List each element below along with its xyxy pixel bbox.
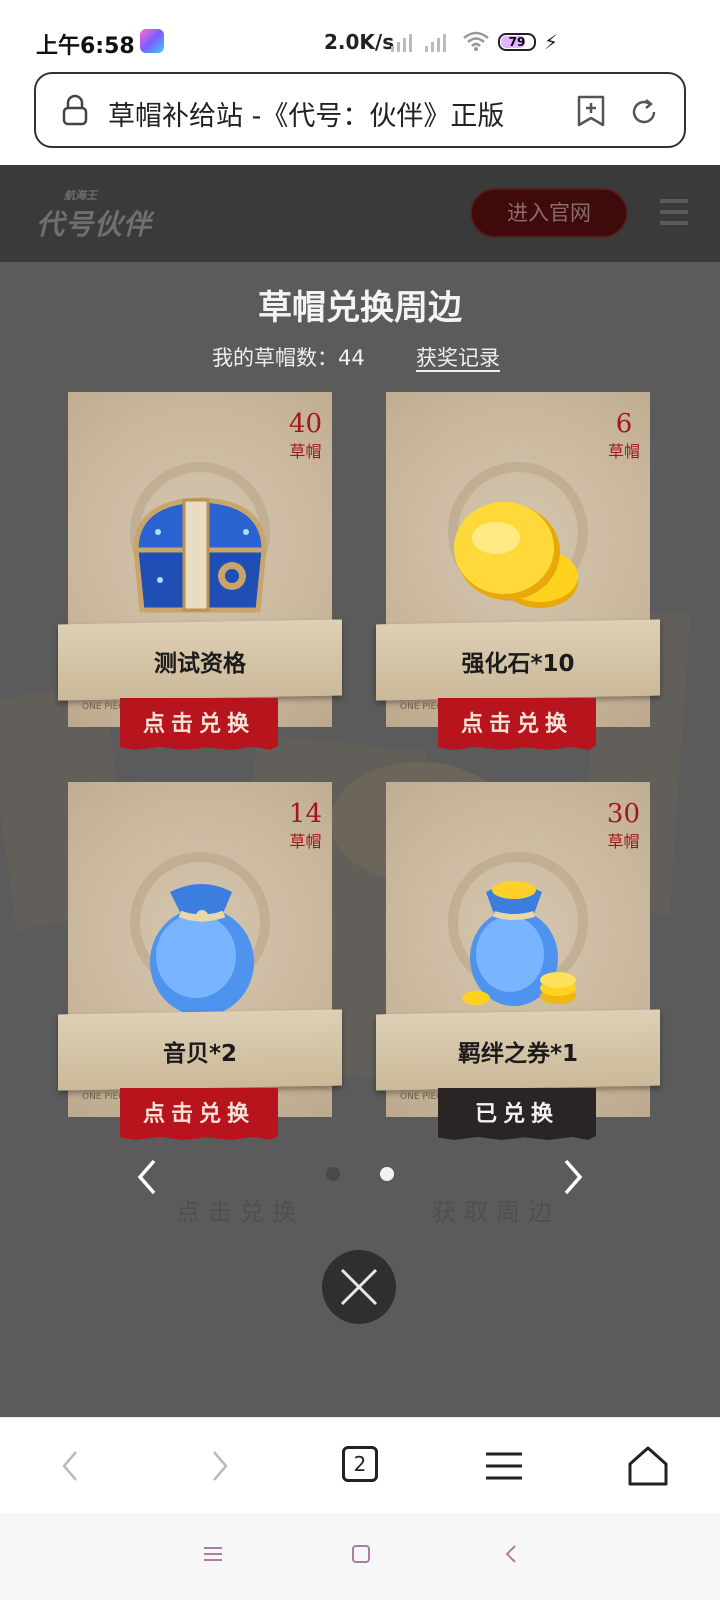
cost-value: 30 <box>606 799 640 829</box>
gold-coins-icon <box>454 502 578 608</box>
menu-icon[interactable] <box>660 199 688 227</box>
redeem-button[interactable]: 点击兑换 <box>438 698 596 750</box>
cost-value: 14 <box>288 799 322 829</box>
background-text-right: 获取周边 <box>432 1198 560 1226</box>
next-page-arrow-icon[interactable] <box>558 1157 588 1197</box>
menu-icon[interactable] <box>482 1444 526 1488</box>
home-icon[interactable] <box>626 1444 670 1488</box>
back-nav-icon[interactable] <box>498 1541 524 1567</box>
cost-unit: 草帽 <box>289 442 322 461</box>
cost-badge: 30 草帽 <box>607 800 640 852</box>
redeem-button[interactable]: 点击兑换 <box>120 1088 278 1140</box>
battery-level: 79 <box>508 35 526 49</box>
system-nav-bar <box>0 1513 720 1600</box>
page-dot-2-active[interactable] <box>380 1167 394 1181</box>
charging-icon: ⚡ <box>544 30 559 54</box>
status-bar: 上午6:58 2.0K/s 79 ⚡ <box>0 0 720 70</box>
count-value: 44 <box>338 346 365 370</box>
network-speed: 2.0K/s <box>324 30 395 54</box>
close-overlay-button[interactable] <box>322 1250 396 1324</box>
site-header: 航海王 代号伙伴 进入官网 <box>0 165 720 262</box>
enter-official-site-button[interactable]: 进入官网 <box>470 188 628 238</box>
add-bookmark-icon[interactable] <box>576 94 606 128</box>
lock-icon <box>62 94 88 126</box>
address-bar[interactable]: 草帽补给站 -《代号：伙伴》正版 <box>34 72 686 148</box>
tabs-button[interactable]: 2 <box>342 1446 378 1482</box>
reward-name: 音贝*2 <box>162 1041 238 1067</box>
page-dot-1[interactable] <box>326 1167 340 1181</box>
home-nav-icon[interactable] <box>348 1541 374 1567</box>
reward-card: 14 草帽 音贝*2 ONE PIECE 点击兑换 <box>58 782 358 1162</box>
reload-icon[interactable] <box>628 96 660 128</box>
page-title-url[interactable]: 草帽补给站 -《代号：伙伴》正版 <box>108 94 554 133</box>
blue-bag-icon <box>150 884 254 1016</box>
cost-badge: 6 草帽 <box>608 410 640 462</box>
signal-icon <box>391 34 412 52</box>
cost-badge: 14 草帽 <box>289 800 322 852</box>
site-logo[interactable]: 航海王 代号伙伴 <box>36 187 152 243</box>
reward-card: 6 草帽 强化石*10 ONE PIECE 点击兑换 <box>376 392 676 772</box>
redeem-button[interactable]: 点击兑换 <box>120 698 278 750</box>
logo-small-text: 航海王 <box>64 189 97 202</box>
back-icon[interactable] <box>50 1444 94 1488</box>
cost-value: 6 <box>615 409 633 439</box>
game-app-icon <box>140 29 164 53</box>
previous-page-arrow-icon[interactable] <box>132 1157 162 1197</box>
cost-badge: 40 草帽 <box>289 410 322 462</box>
exchange-title: 草帽兑换周边 <box>258 288 462 328</box>
prize-record-link[interactable]: 获奖记录 <box>416 342 500 372</box>
straw-hat-count: 我的草帽数：44 <box>212 342 365 372</box>
reward-name: 羁绊之券*1 <box>457 1041 579 1067</box>
reward-card: 30 草帽 羁绊之券*1 ONE PIECE 已兑换 <box>376 782 676 1162</box>
treasure-chest-icon <box>133 497 267 613</box>
count-label: 我的草帽数： <box>212 346 338 370</box>
exchange-overlay: 点击兑换 获取周边 草帽兑换周边 我的草帽数：44 获奖记录 40 草帽 测试资… <box>0 262 720 1417</box>
reward-card: 40 草帽 测试资格 ONE PIECE 点击兑换 <box>58 392 358 772</box>
forward-icon[interactable] <box>196 1444 240 1488</box>
blue-bag-coins-icon <box>462 881 576 1006</box>
battery-icon: 79 <box>498 33 536 51</box>
reward-name: 测试资格 <box>154 651 246 677</box>
cost-value: 40 <box>288 409 322 439</box>
signal-icon-2 <box>425 34 446 52</box>
status-time: 上午6:58 <box>36 34 135 59</box>
wifi-icon <box>463 31 489 51</box>
background-text-left: 点击兑换 <box>176 1198 304 1226</box>
cost-unit: 草帽 <box>607 442 640 461</box>
cost-unit: 草帽 <box>289 832 322 851</box>
close-icon <box>340 1268 378 1306</box>
logo-text: 代号伙伴 <box>36 208 153 241</box>
cost-unit: 草帽 <box>607 832 640 851</box>
browser-toolbar: 2 <box>0 1417 720 1513</box>
recent-apps-icon[interactable] <box>200 1541 226 1567</box>
reward-name: 强化石*10 <box>461 651 575 677</box>
redeemed-button[interactable]: 已兑换 <box>438 1088 596 1140</box>
